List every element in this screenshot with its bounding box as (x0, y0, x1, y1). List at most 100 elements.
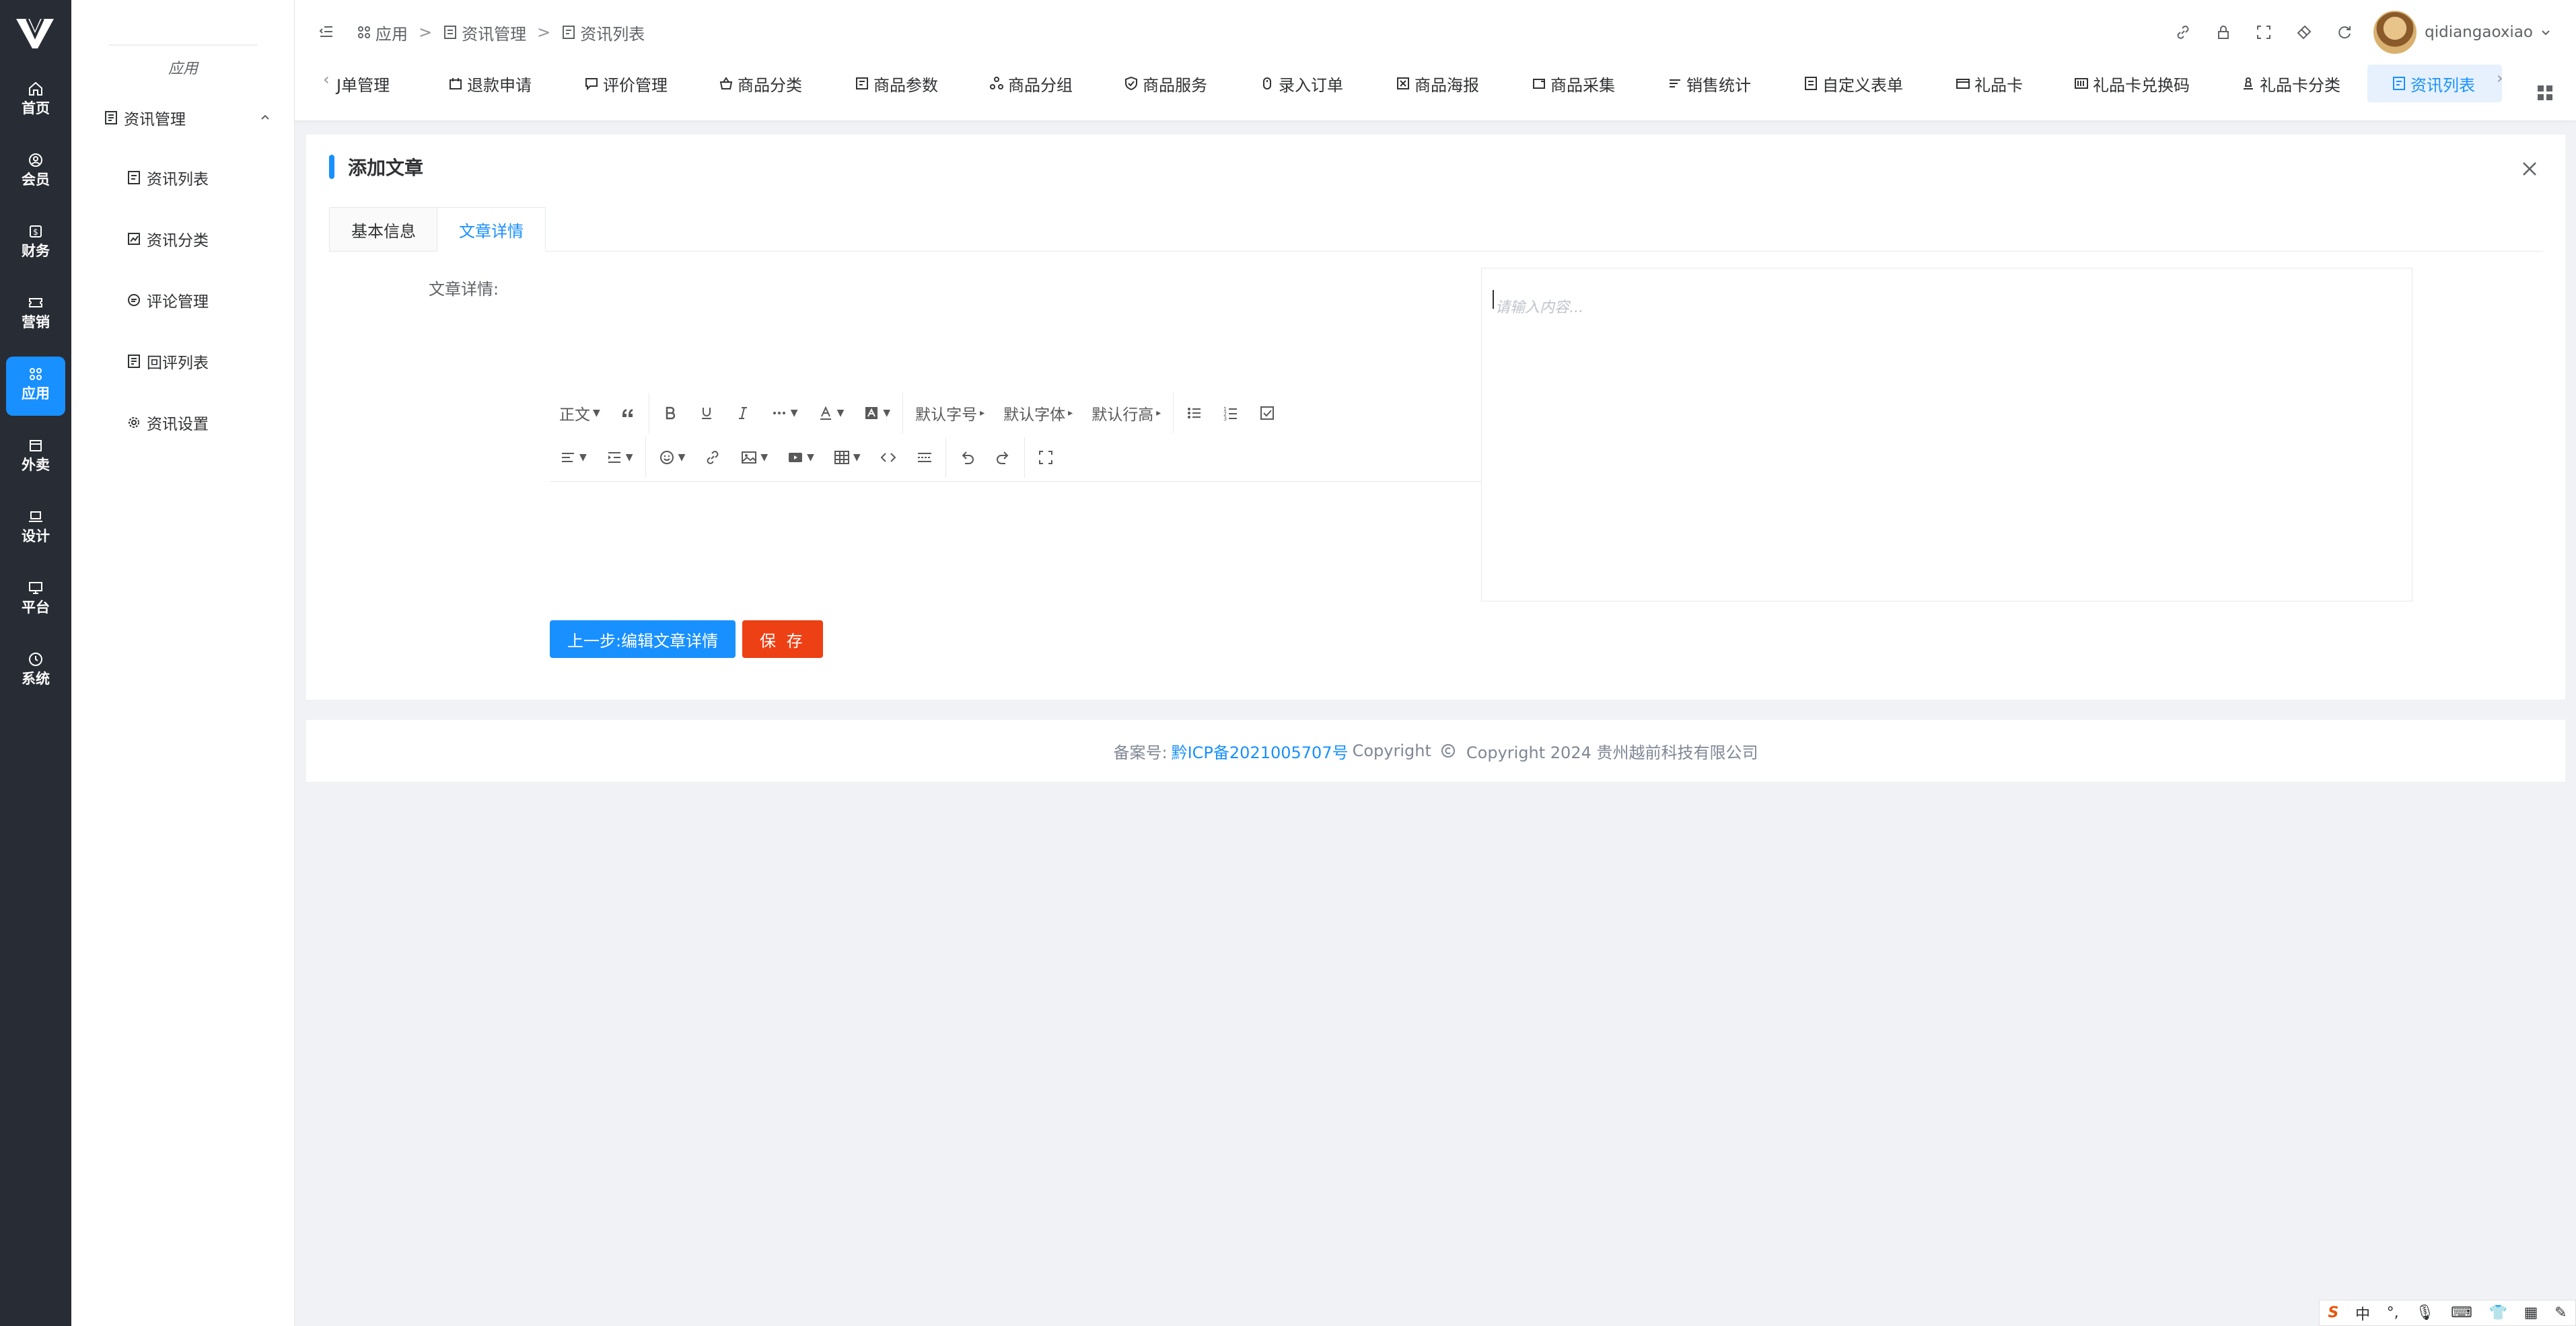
tab-goods-category[interactable]: 商品分类 (719, 65, 802, 102)
footer-icp-link[interactable]: 黔ICP备2021005707号 (1172, 739, 1349, 763)
breadcrumb-item[interactable]: 资讯管理 (443, 21, 526, 44)
blockquote-button[interactable] (610, 398, 646, 428)
rail-item-finance[interactable]: $ 财务 (6, 214, 65, 273)
paragraph-select[interactable]: 正文 ▼ (550, 398, 610, 428)
sidebar-item-news-settings[interactable]: 资讯设置 (127, 411, 209, 434)
lock-icon[interactable] (2215, 24, 2232, 41)
font-size-select[interactable]: 默认字号 ▸ (906, 398, 994, 428)
editor-fullscreen-button[interactable] (1028, 443, 1064, 472)
divider-button[interactable] (906, 443, 943, 472)
tab-sales-stats[interactable]: 销售统计 (1668, 65, 1751, 102)
tab-goods-group[interactable]: 商品分组 (989, 65, 1073, 102)
tab-basic-info[interactable]: 基本信息 (329, 207, 438, 252)
tab-refund[interactable]: 退款申请 (448, 65, 532, 102)
font-size-label: 默认字号 (915, 406, 978, 424)
ime-language[interactable]: 中 (2355, 1302, 2370, 1324)
redo-button[interactable] (985, 443, 1022, 472)
sidebar-item-comment-manage[interactable]: 评论管理 (127, 289, 209, 311)
sub-sidebar: 应用 资讯管理 资讯列表 资讯分类 评论管理 回评列表 资讯设置 (71, 0, 295, 1326)
font-color-button[interactable]: ▼ (808, 398, 854, 428)
sidebar-item-reply-list[interactable]: 回评列表 (127, 350, 209, 373)
tab-news-list[interactable]: 资讯列表 (2367, 65, 2502, 102)
insert-video-button[interactable]: ▼ (777, 443, 824, 472)
numbered-list-button[interactable]: 123 (1213, 398, 1249, 428)
indent-button[interactable]: ▼ (596, 443, 643, 472)
tab-goods-poster[interactable]: 商品海报 (1396, 65, 1479, 102)
insert-table-button[interactable]: ▼ (824, 443, 870, 472)
page-tabs: ‹ J单管理 退款申请 评价管理 商品分类 商品参数 商品分组 商品服务 录入订… (295, 65, 2576, 109)
tab-goods-params[interactable]: 商品参数 (855, 65, 938, 102)
prev-step-button[interactable]: 上一步:编辑文章详情 (550, 620, 736, 658)
rail-item-system[interactable]: 系统 (6, 642, 65, 701)
chevron-down-icon[interactable] (2540, 26, 2552, 38)
close-icon[interactable] (2521, 160, 2538, 178)
breadcrumb-item[interactable]: 应用 (357, 21, 408, 44)
header-tools: qidiangaoxiao (2151, 11, 2552, 54)
tabs-next-arrow[interactable]: › (2497, 69, 2503, 87)
save-button[interactable]: 保 存 (742, 620, 823, 658)
emoji-button[interactable]: ▼ (649, 443, 695, 472)
keyboard-icon[interactable]: ⌨ (2451, 1304, 2472, 1321)
tab-gift-card-category[interactable]: 礼品卡分类 (2241, 65, 2340, 102)
microphone-icon[interactable]: 🎙 (2415, 1304, 2434, 1321)
skin-icon[interactable]: 👕 (2489, 1304, 2507, 1321)
rail-item-platform[interactable]: 平台 (6, 570, 65, 630)
avatar[interactable] (2373, 11, 2417, 54)
insert-link-button[interactable] (694, 443, 731, 472)
username[interactable]: qidiangaoxiao (2425, 24, 2533, 41)
bullet-list-button[interactable] (1176, 398, 1213, 428)
sogou-logo-icon[interactable]: S (2328, 1304, 2338, 1321)
more-style-button[interactable]: ▼ (761, 398, 808, 428)
tab-enter-order[interactable]: 录入订单 (1260, 65, 1343, 102)
rail-item-design[interactable]: 设计 (6, 499, 65, 558)
refresh-icon[interactable] (2336, 24, 2353, 41)
laptop-icon (29, 511, 42, 522)
bold-button[interactable] (652, 398, 688, 428)
line-height-select[interactable]: 默认行高 ▸ (1082, 398, 1170, 428)
link-icon[interactable] (2174, 24, 2192, 41)
toolbox-icon[interactable]: ✎ (2554, 1304, 2567, 1321)
tab-gift-card[interactable]: 礼品卡 (1956, 65, 2023, 102)
fullscreen-icon (1038, 451, 1052, 464)
rail-item-member[interactable]: 会员 (6, 143, 65, 202)
rail-item-home[interactable]: 首页 (6, 71, 65, 131)
tab-label: 礼品卡兑换码 (2093, 75, 2190, 95)
sidebar-item-news-list[interactable]: 资讯列表 (127, 166, 209, 189)
font-family-select[interactable]: 默认字体 ▸ (994, 398, 1082, 428)
rail-item-takeout[interactable]: 外卖 (6, 428, 65, 487)
editor-content-area[interactable]: 请输入内容... (1481, 268, 2412, 601)
ime-punctuation[interactable]: °, (2387, 1304, 2399, 1321)
basket-icon (719, 77, 733, 89)
grid-icon[interactable]: ▦ (2524, 1304, 2538, 1321)
rail-item-marketing[interactable]: 营销 (6, 285, 65, 344)
list-doc-icon (128, 171, 140, 184)
tab-custom-form[interactable]: 自定义表单 (1803, 65, 1903, 102)
rail-item-apps[interactable]: 应用 (6, 357, 65, 416)
align-button[interactable]: ▼ (550, 443, 596, 472)
logo-icon[interactable] (15, 16, 55, 51)
menu-fold-icon[interactable] (318, 23, 335, 40)
sidebar-item-label: 资讯列表 (147, 171, 209, 188)
code-button[interactable] (870, 443, 906, 472)
fullscreen-icon[interactable] (2255, 24, 2273, 41)
tab-gift-card-code[interactable]: 礼品卡兑换码 (2074, 65, 2190, 102)
todo-button[interactable] (1249, 398, 1285, 428)
tab-article-detail[interactable]: 文章详情 (437, 207, 546, 252)
sidebar-item-label: 评论管理 (147, 293, 209, 311)
grid-menu-icon[interactable] (2536, 83, 2554, 102)
apps-icon (358, 26, 370, 38)
tab-review-manage[interactable]: 评价管理 (584, 65, 668, 102)
tab-goods-collect[interactable]: 商品采集 (1532, 65, 1615, 102)
undo-button[interactable] (949, 443, 985, 472)
rail-label: 外卖 (22, 457, 50, 473)
tab-order-manage[interactable]: J单管理 (336, 65, 390, 102)
italic-button[interactable] (725, 398, 761, 428)
sidebar-group-news[interactable]: 资讯管理 (104, 106, 272, 129)
sidebar-item-news-category[interactable]: 资讯分类 (127, 227, 209, 250)
insert-image-button[interactable]: ▼ (731, 443, 777, 472)
underline-button[interactable] (688, 398, 725, 428)
bg-color-button[interactable]: ▼ (853, 398, 900, 428)
clear-cache-icon[interactable] (2295, 24, 2313, 41)
tabs-prev-arrow[interactable]: ‹ (323, 70, 330, 89)
tab-goods-service[interactable]: 商品服务 (1124, 65, 1207, 102)
